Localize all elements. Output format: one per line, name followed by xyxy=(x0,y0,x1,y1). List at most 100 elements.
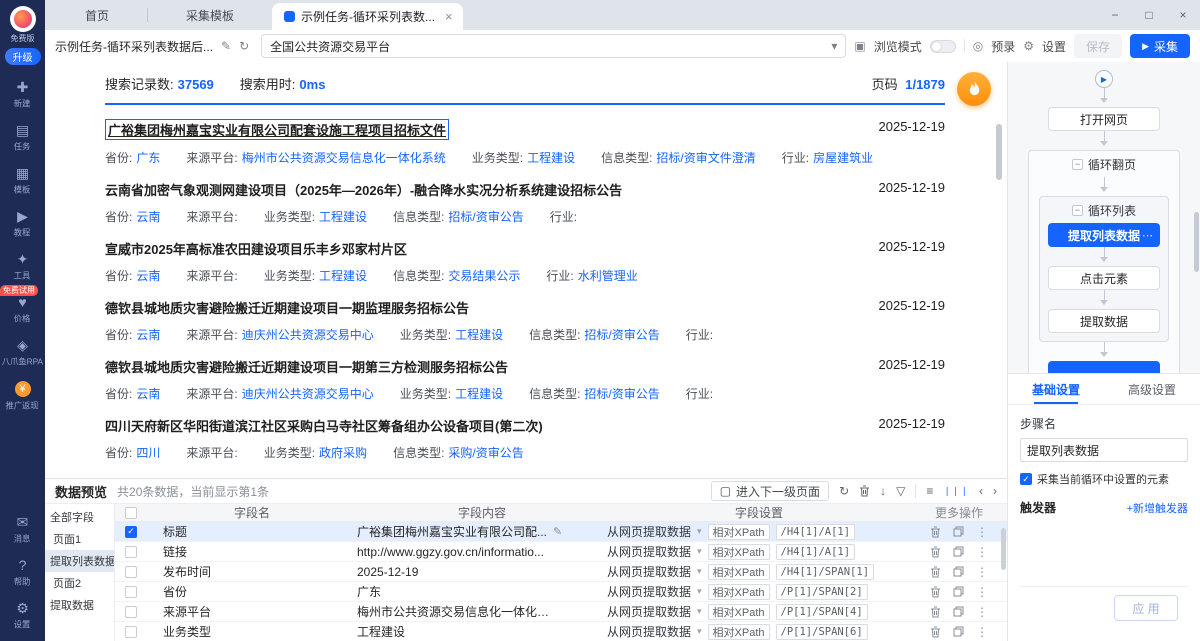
field-group-all-fields[interactable]: 全部字段 xyxy=(45,506,114,528)
result-title-link[interactable]: 广裕集团梅州嘉宝实业有限公司配套设施工程项目招标文件 xyxy=(105,119,449,140)
browse-mode-toggle[interactable] xyxy=(930,40,956,53)
more-options-icon[interactable]: ⋯ xyxy=(1142,229,1154,242)
prerecord-icon[interactable]: ◎ xyxy=(973,40,983,52)
result-title-link[interactable]: 德钦县城地质灾害避险搬迁近期建设项目一期监理服务招标公告 xyxy=(105,298,469,317)
xpath-value[interactable]: /H4[1]/A[1] xyxy=(776,524,856,540)
field-group-page-2[interactable]: 页面2 xyxy=(45,572,114,594)
meta-value-link[interactable]: 四川 xyxy=(136,444,160,461)
tab-collect-templates[interactable]: 采集模板 xyxy=(148,0,272,30)
add-trigger-link[interactable]: +新增触发器 xyxy=(1127,500,1188,516)
field-group-page-1[interactable]: 页面1 xyxy=(45,528,114,550)
meta-value-link[interactable]: 工程建设 xyxy=(319,267,367,284)
meta-value-link[interactable]: 工程建设 xyxy=(527,149,575,166)
close-tab-icon[interactable]: × xyxy=(445,9,453,24)
tab-current-task[interactable]: 示例任务-循环采列表数...× xyxy=(272,3,463,30)
toolbar-settings-label[interactable]: 设置 xyxy=(1042,38,1066,55)
sidebar-item-templates[interactable]: ▦模板 xyxy=(0,159,45,202)
result-title-link[interactable]: 四川天府新区华阳街道滨江社区采购白马寺社区筹备组办公设备项目(第二次) xyxy=(105,416,543,435)
meta-value-link[interactable]: 房屋建筑业 xyxy=(813,149,873,166)
extract-mode-select[interactable]: 从网页提取数据 xyxy=(607,603,691,620)
meta-value-link[interactable]: 工程建设 xyxy=(319,208,367,225)
prerecord-label[interactable]: 预录 xyxy=(991,38,1015,55)
xpath-value[interactable]: /P[1]/SPAN[6] xyxy=(776,624,868,640)
xpath-value[interactable]: /H4[1]/A[1] xyxy=(776,544,856,560)
meta-value-link[interactable]: 云南 xyxy=(136,267,160,284)
next-level-button[interactable]: ▢进入下一级页面 xyxy=(711,481,829,501)
row-checkbox[interactable] xyxy=(125,566,137,578)
sidebar-item-referral[interactable]: ¥推广返现 xyxy=(0,374,45,418)
meta-value-link[interactable]: 招标/资审文件澄清 xyxy=(656,149,755,166)
trash-icon[interactable] xyxy=(930,626,941,638)
edit-task-name-icon[interactable]: ✎ xyxy=(221,40,231,52)
browser-icon[interactable]: ▣ xyxy=(854,40,865,52)
extract-mode-select[interactable]: 从网页提取数据 xyxy=(607,563,691,580)
collect-button[interactable]: ▶采集 xyxy=(1130,34,1190,58)
meta-value-link[interactable]: 招标/资审公告 xyxy=(584,385,659,402)
minimize-button[interactable]: − xyxy=(1098,0,1132,30)
workflow-start-icon[interactable]: ▶ xyxy=(1095,70,1113,88)
field-row[interactable]: ✓标题广裕集团梅州嘉宝实业有限公司配...✎从网页提取数据▾相对XPath/H4… xyxy=(115,522,1007,542)
meta-value-link[interactable]: 采购/资审公告 xyxy=(448,444,523,461)
results-scrollbar[interactable] xyxy=(996,110,1002,472)
field-row[interactable]: 来源平台梅州市公共资源交易信息化一体化…从网页提取数据▾相对XPath/P[1]… xyxy=(115,602,1007,622)
field-row[interactable]: 业务类型工程建设从网页提取数据▾相对XPath/P[1]/SPAN[6]⋮ xyxy=(115,622,1007,641)
meta-value-link[interactable]: 招标/资审公告 xyxy=(448,208,523,225)
extract-mode-select[interactable]: 从网页提取数据 xyxy=(607,583,691,600)
collapse-icon[interactable]: − xyxy=(1072,205,1083,216)
trash-icon[interactable] xyxy=(930,606,941,618)
more-icon[interactable]: ⋮ xyxy=(976,565,988,579)
extract-mode-select[interactable]: 从网页提取数据 xyxy=(607,623,691,640)
more-icon[interactable]: ⋮ xyxy=(976,525,988,539)
row-checkbox[interactable]: ✓ xyxy=(125,526,137,538)
sidebar-item-pricing[interactable]: 免费试用♥价格 xyxy=(0,288,45,331)
copy-icon[interactable] xyxy=(953,546,964,557)
list-view-icon[interactable]: ≡ xyxy=(926,485,933,497)
workflow-node-extract-data[interactable]: 提取数据 xyxy=(1048,309,1160,333)
more-icon[interactable]: ⋮ xyxy=(976,625,988,639)
next-page-icon[interactable]: › xyxy=(993,485,997,497)
result-title-link[interactable]: 玉龙县2026年农村社会治安维护项目 xyxy=(105,475,316,478)
trash-icon[interactable] xyxy=(930,546,941,558)
row-checkbox[interactable] xyxy=(125,546,137,558)
maximize-button[interactable]: □ xyxy=(1132,0,1166,30)
meta-value-link[interactable]: 政府采购 xyxy=(319,444,367,461)
workflow-scrollbar-thumb[interactable] xyxy=(1194,212,1199,272)
xpath-value[interactable]: /P[1]/SPAN[4] xyxy=(776,604,868,620)
upgrade-button[interactable]: 升级 xyxy=(5,48,41,65)
save-button[interactable]: 保存 xyxy=(1074,34,1122,58)
sidebar-item-messages[interactable]: ✉消息 xyxy=(0,508,45,551)
prev-page-icon[interactable]: ‹ xyxy=(979,485,983,497)
settings-tab-basic[interactable]: 基础设置 xyxy=(1008,374,1104,404)
sidebar-item-help[interactable]: ?帮助 xyxy=(0,551,45,594)
copy-icon[interactable] xyxy=(953,606,964,617)
edit-icon[interactable]: ✎ xyxy=(553,525,562,538)
field-row[interactable]: 链接http://www.ggzy.gov.cn/informatio...从网… xyxy=(115,542,1007,562)
extract-mode-select[interactable]: 从网页提取数据 xyxy=(607,543,691,560)
copy-icon[interactable] xyxy=(953,566,964,577)
download-icon[interactable]: ↓ xyxy=(880,485,886,497)
loop-list-label[interactable]: 循环列表 xyxy=(1088,202,1136,219)
settings-tab-advanced[interactable]: 高级设置 xyxy=(1104,374,1200,404)
undo-icon[interactable]: ↻ xyxy=(839,485,849,497)
sidebar-item-tutorials[interactable]: ▶教程 xyxy=(0,202,45,245)
sidebar-item-rpa[interactable]: ◈八爪鱼RPA xyxy=(0,331,45,374)
meta-value-link[interactable]: 交易结果公示 xyxy=(448,267,520,284)
close-button[interactable]: × xyxy=(1166,0,1200,30)
meta-value-link[interactable]: 工程建设 xyxy=(455,326,503,343)
column-view-icon[interactable]: ❘❘❘ xyxy=(943,487,969,496)
trash-icon[interactable] xyxy=(859,485,870,497)
result-title-link[interactable]: 云南省加密气象观测网建设项目（2025年—2026年）-融合降水实况分析系统建设… xyxy=(105,180,622,199)
meta-value-link[interactable]: 梅州市公共资源交易信息化一体化系统 xyxy=(242,149,446,166)
field-row[interactable]: 省份广东从网页提取数据▾相对XPath/P[1]/SPAN[2]⋮ xyxy=(115,582,1007,602)
row-checkbox[interactable] xyxy=(125,586,137,598)
url-more-icon[interactable]: ▾ xyxy=(831,40,837,52)
row-checkbox[interactable] xyxy=(125,626,137,638)
app-logo[interactable]: 免费版 xyxy=(10,6,36,44)
field-group-extract-list-data[interactable]: 提取列表数据 xyxy=(45,550,114,572)
meta-value-link[interactable]: 招标/资审公告 xyxy=(584,326,659,343)
xpath-value[interactable]: /P[1]/SPAN[2] xyxy=(776,584,868,600)
boost-flame-button[interactable] xyxy=(957,72,991,106)
workflow-node-open-page[interactable]: 打开网页 xyxy=(1048,107,1160,131)
copy-icon[interactable] xyxy=(953,526,964,537)
row-checkbox[interactable] xyxy=(125,606,137,618)
